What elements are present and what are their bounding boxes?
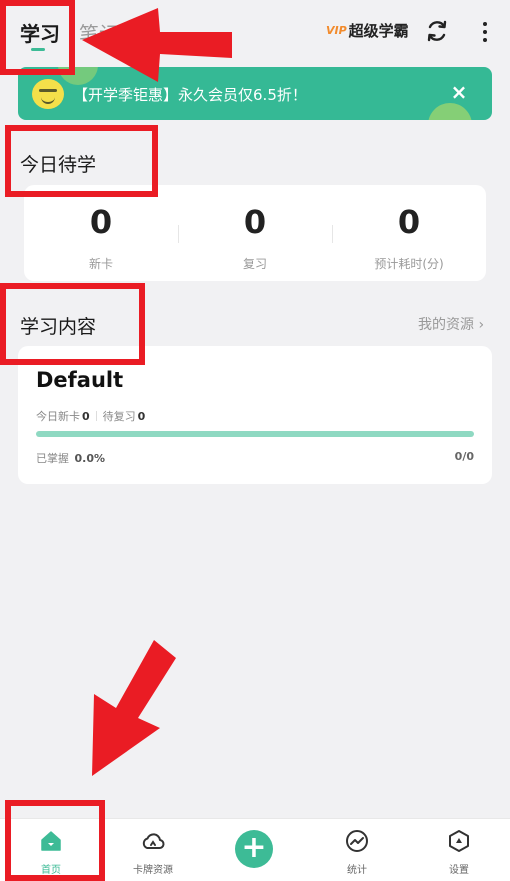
nav-label: 设置 — [449, 865, 469, 876]
deck-progress-bar — [36, 431, 474, 437]
banner-text: 【开学季钜惠】永久会员仅6.5折！ — [73, 86, 307, 104]
vip-button[interactable]: VIP 超级学霸 — [326, 20, 409, 41]
smiley-icon — [32, 79, 64, 109]
nav-settings[interactable]: 设置 — [408, 819, 510, 881]
cloud-icon — [142, 833, 165, 849]
top-bar: 学习 笔记 VIP 超级学霸 — [0, 0, 510, 64]
new-today-label: 今日新卡 — [36, 410, 80, 423]
today-stats-card: 0 新卡 0 复习 0 预计耗时(分) — [24, 185, 486, 281]
deck-name: Default — [36, 368, 124, 392]
stat-label: 预计耗时(分) — [374, 257, 444, 271]
to-review-label: 待复习 — [102, 410, 136, 423]
stat-new-cards: 0 新卡 — [24, 185, 178, 281]
stat-value: 0 — [89, 203, 113, 241]
stat-estimated-time: 0 预计耗时(分) — [332, 185, 486, 281]
nav-stats[interactable]: 统计 — [306, 819, 408, 881]
annotation-box — [5, 125, 158, 197]
close-icon[interactable]: × — [448, 81, 470, 103]
stat-value: 0 — [243, 203, 267, 241]
mastered-value: 0.0% — [74, 452, 106, 465]
divider — [95, 411, 97, 421]
stat-label: 新卡 — [88, 257, 113, 271]
deck-card[interactable]: Default 今日新卡 0 待复习 0 已掌握 0.0% 0/0 — [18, 346, 492, 484]
stat-label: 复习 — [242, 257, 267, 271]
to-review-count: 0 — [137, 409, 146, 423]
settings-icon — [449, 830, 469, 852]
deck-ratio: 0/0 — [454, 450, 474, 463]
nav-card-resources[interactable]: 卡牌资源 — [102, 819, 204, 881]
stats-icon — [346, 830, 368, 852]
annotation-box — [0, 0, 75, 75]
nav-label: 统计 — [347, 865, 367, 876]
annotation-arrow — [92, 640, 176, 776]
stat-value: 0 — [397, 203, 421, 241]
deck-meta: 今日新卡 0 待复习 0 — [36, 408, 145, 424]
annotation-box — [5, 800, 105, 881]
vip-badge-icon: VIP — [326, 24, 347, 37]
sync-icon[interactable] — [424, 18, 450, 44]
annotation-box — [0, 283, 145, 365]
nav-label: 卡牌资源 — [133, 865, 173, 876]
mastered-label: 已掌握 — [36, 452, 69, 465]
add-icon[interactable]: + — [235, 830, 273, 868]
banner-decoration — [428, 103, 472, 120]
stat-review: 0 复习 — [178, 185, 332, 281]
more-options-icon[interactable] — [478, 20, 492, 44]
mastered-info: 已掌握 0.0% — [36, 450, 105, 466]
promo-banner[interactable]: 【开学季钜惠】永久会员仅6.5折！ × — [18, 67, 492, 120]
vip-label: 超级学霸 — [348, 22, 409, 40]
tab-notes[interactable]: 笔记 — [79, 18, 119, 47]
my-resources-link[interactable]: 我的资源 › — [418, 314, 484, 334]
new-today-count: 0 — [82, 409, 90, 423]
